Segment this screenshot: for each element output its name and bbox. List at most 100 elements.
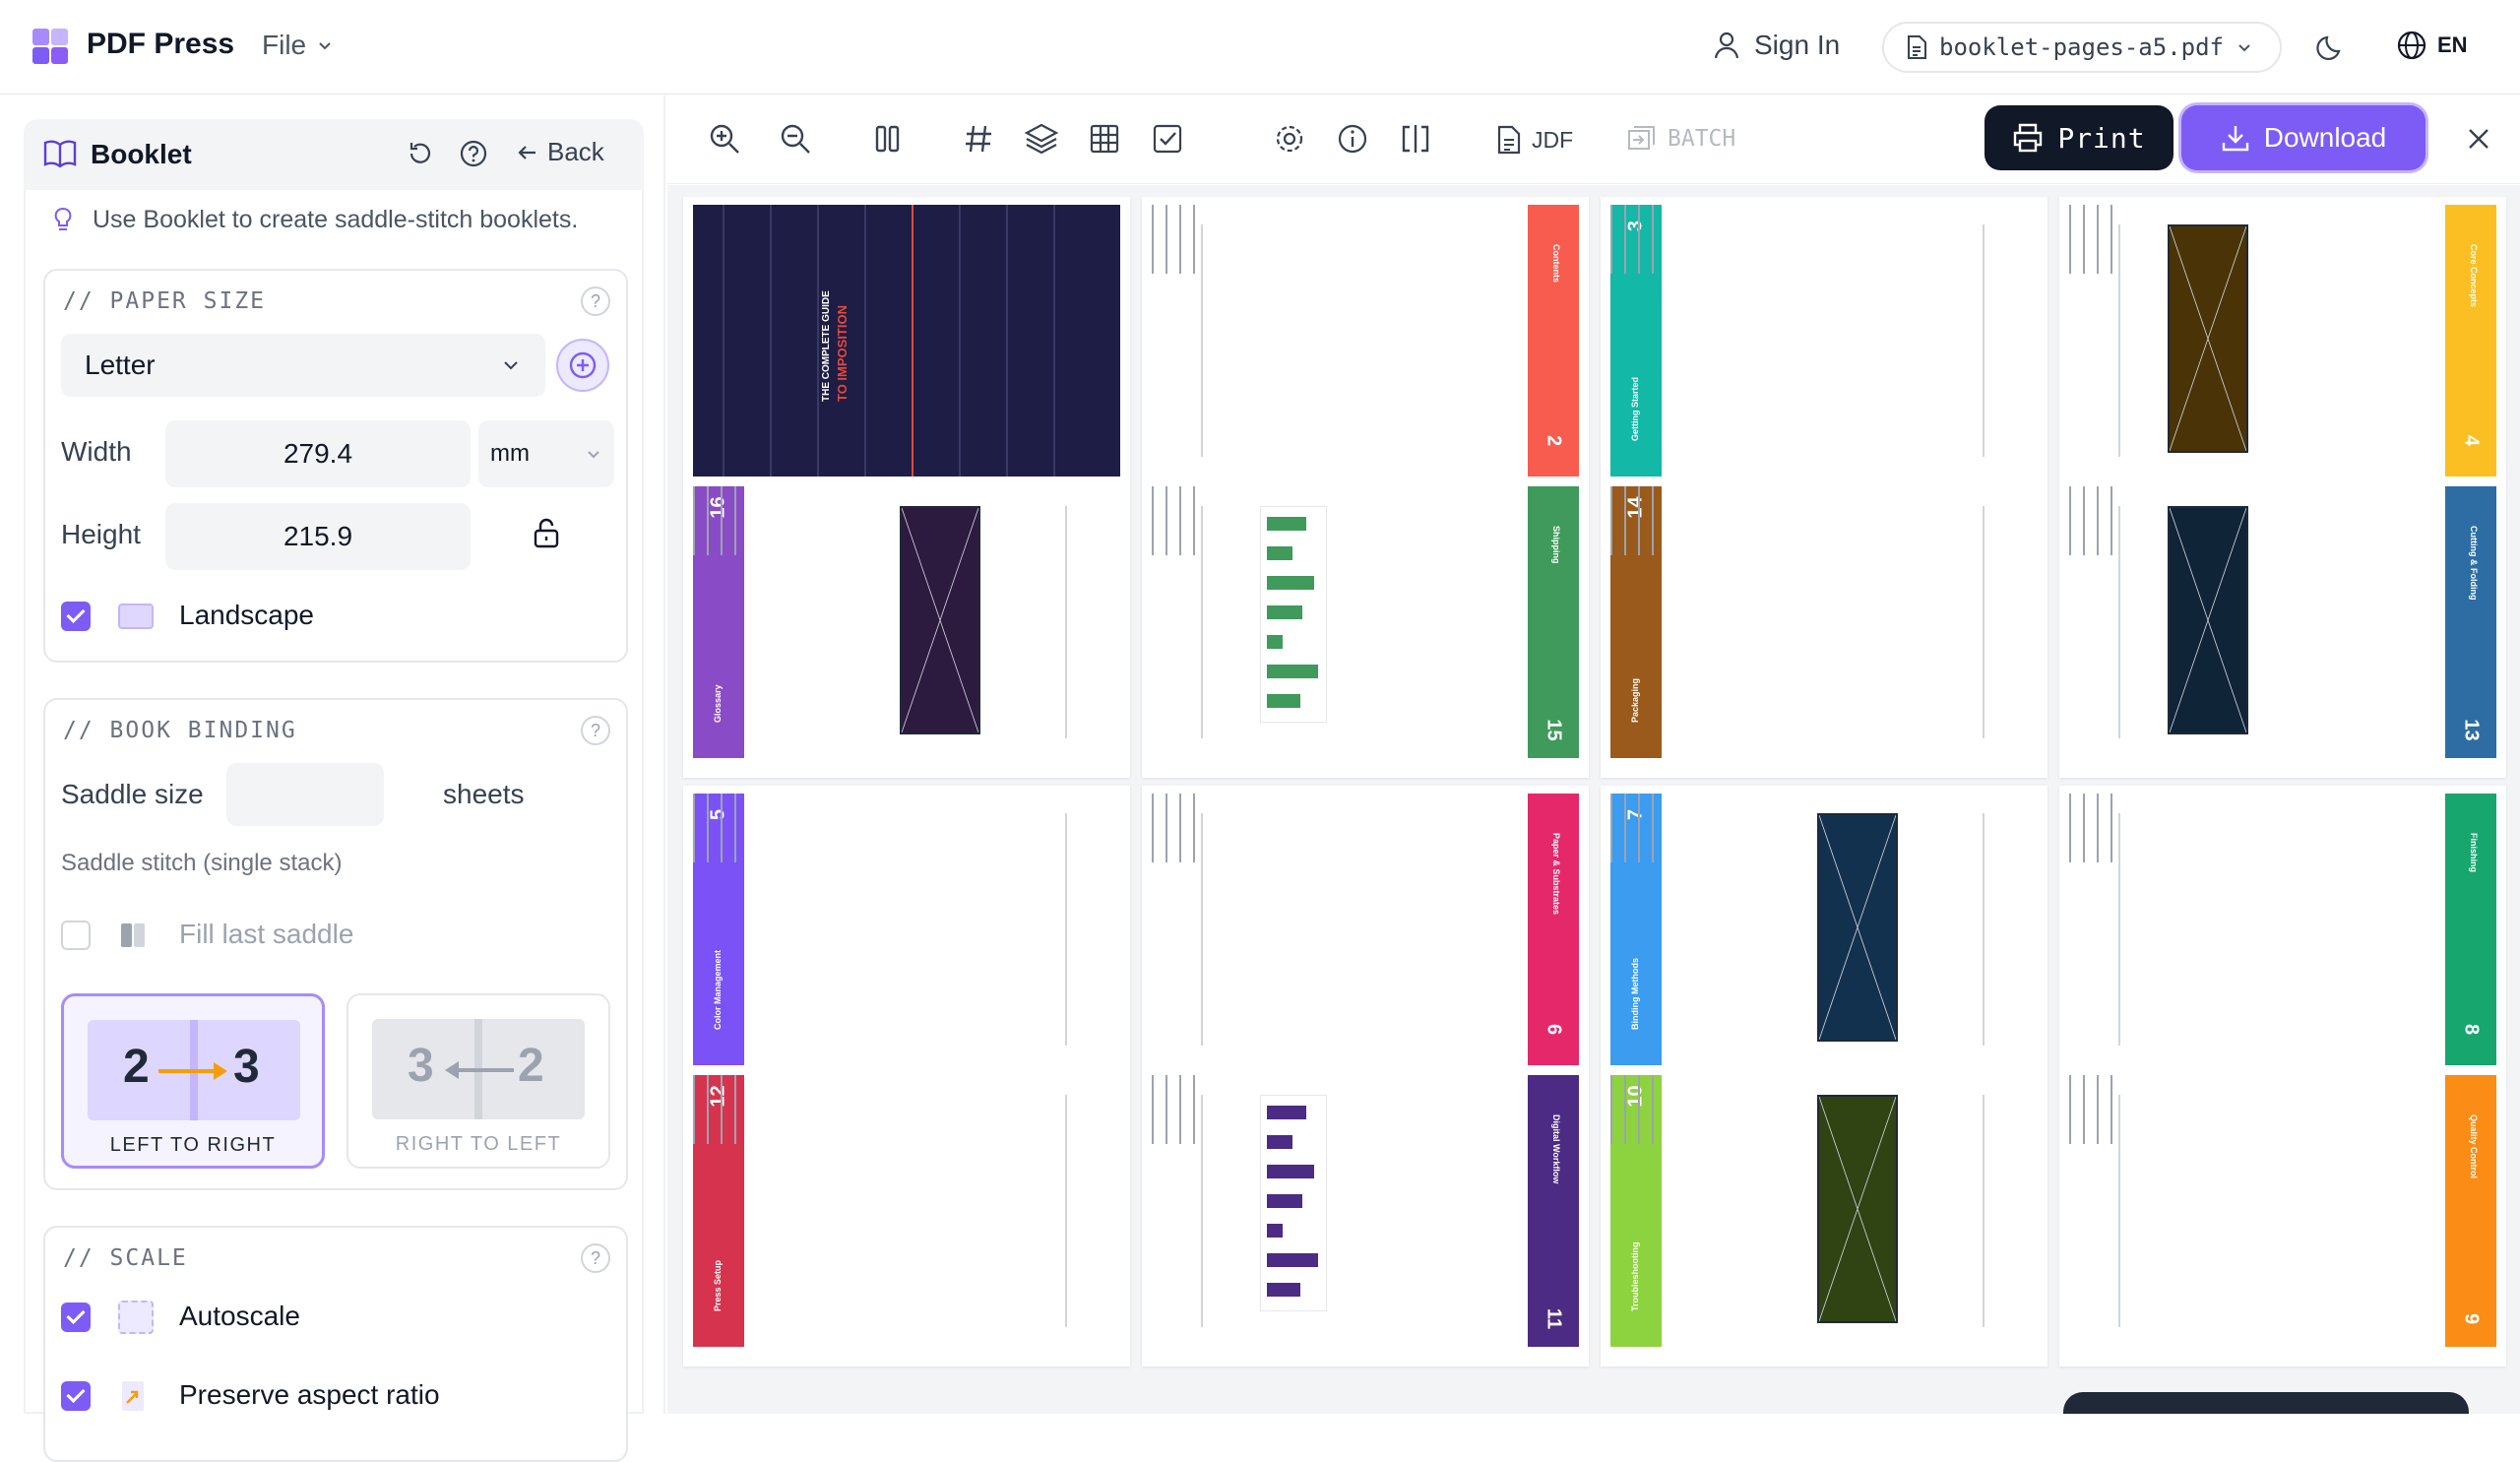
grid-icon[interactable]: [1087, 121, 1122, 157]
width-input[interactable]: 279.4: [165, 420, 471, 487]
section-tab: 15 Shipping: [1528, 486, 1579, 758]
paper-preset-select[interactable]: Letter: [61, 334, 545, 397]
page-margin-rule: [1065, 813, 1067, 1046]
batch-button[interactable]: BATCH: [1626, 125, 1735, 153]
saddle-size-input[interactable]: [226, 763, 384, 826]
booklet-page: 9 Quality Control: [2069, 1075, 2496, 1347]
language-selector[interactable]: EN: [2396, 30, 2468, 61]
download-button[interactable]: Download: [2181, 105, 2426, 170]
rtl-to-page: 2: [518, 1040, 544, 1092]
direction-left-to-right[interactable]: 2 3 LEFT TO RIGHT: [61, 993, 325, 1169]
cover-stripe: [1053, 205, 1055, 477]
spread-icon[interactable]: [1398, 121, 1433, 157]
text-column: [2097, 794, 2102, 872]
add-paper-size-icon[interactable]: [555, 338, 610, 393]
page-margin-rule: [1201, 813, 1203, 1046]
section-tab: 6 Paper & Substrates: [1528, 794, 1579, 1065]
scale-help-icon[interactable]: ?: [581, 1243, 610, 1273]
page-margin-rule: [1065, 506, 1067, 738]
imposed-sheet[interactable]: 3 Getting Started 14 Packaging: [1601, 197, 2048, 778]
sign-in-button[interactable]: Sign In: [1713, 30, 1840, 61]
autoscale-checkbox[interactable]: [61, 1303, 91, 1332]
moon-icon[interactable]: [2313, 30, 2349, 65]
close-icon[interactable]: [2461, 121, 2496, 157]
language-code: EN: [2437, 32, 2468, 57]
booklet-preview-canvas[interactable]: THE COMPLETE GUIDE TO IMPOSITION 16 Glossar…: [667, 185, 2520, 1414]
imposed-sheet[interactable]: 2 Contents 15 Shipping: [1142, 197, 1589, 778]
fill-last-saddle-checkbox[interactable]: [61, 921, 91, 950]
floating-status-pill[interactable]: [2063, 1392, 2469, 1414]
imposed-sheet[interactable]: 7 Binding Methods 10 Troubleshooting: [1601, 786, 2048, 1367]
section-title: Finishing: [2469, 833, 2479, 872]
text-column: [1610, 486, 1615, 565]
reset-icon[interactable]: [406, 139, 435, 168]
preserve-aspect-checkbox[interactable]: [61, 1381, 91, 1411]
chevron-down-icon: [2238, 44, 2250, 52]
section-title: Color Management: [713, 949, 723, 1030]
cover-stripe: [1006, 205, 1008, 477]
app-logo-icon[interactable]: [31, 27, 70, 66]
book-binding-help-icon[interactable]: ?: [581, 716, 610, 745]
file-menu[interactable]: File: [262, 30, 334, 61]
unlock-icon[interactable]: [532, 517, 561, 548]
jdf-button[interactable]: JDF: [1496, 125, 1573, 155]
text-column: [734, 486, 739, 565]
imposed-sheet[interactable]: 8 Finishing 9 Quality Control: [2059, 786, 2506, 1367]
imposed-sheet[interactable]: 5 Color Management 12 Press Setup: [683, 786, 1130, 1367]
imposed-sheet[interactable]: 6 Paper & Substrates 11 Digital Workflow: [1142, 786, 1589, 1367]
ltr-to-page: 3: [233, 1041, 260, 1093]
landscape-label: Landscape: [179, 600, 315, 630]
text-column: [2083, 794, 2088, 872]
text-column: [693, 486, 698, 565]
ltr-page-pair: 2 3: [88, 1020, 300, 1120]
file-name: booklet-pages-a5.pdf: [1939, 33, 2224, 61]
direction-right-to-left[interactable]: 3 2 RIGHT TO LEFT: [346, 993, 610, 1169]
imposed-sheet[interactable]: 4 Core Concepts 13 Cutting & Folding: [2059, 197, 2506, 778]
scale-title: // SCALE: [63, 1245, 188, 1271]
back-button[interactable]: Back: [516, 137, 604, 167]
section-title: Troubleshooting: [1630, 1241, 1640, 1312]
paper-size-help-icon[interactable]: ?: [581, 286, 610, 316]
checkbox-icon[interactable]: [1150, 121, 1185, 157]
app-title: PDF Press: [87, 28, 235, 60]
imposed-sheet[interactable]: THE COMPLETE GUIDE TO IMPOSITION 16 Glossar…: [683, 197, 1130, 778]
sign-in-label: Sign In: [1754, 30, 1841, 60]
zoom-out-icon[interactable]: [778, 121, 813, 157]
page-numbers-icon[interactable]: [961, 121, 996, 157]
text-column: [721, 1075, 725, 1154]
text-column: [707, 1075, 712, 1154]
info-icon[interactable]: [1335, 121, 1370, 157]
help-circle-icon[interactable]: [459, 139, 488, 168]
text-column: [1152, 205, 1157, 284]
text-column: [1166, 205, 1170, 284]
height-input[interactable]: 215.9: [165, 503, 471, 570]
booklet-page: 15 Shipping: [1152, 486, 1579, 758]
cover-stripe: [864, 205, 866, 477]
text-column: [2069, 486, 2074, 565]
page-margin-rule: [1983, 506, 1984, 738]
page-number: 2: [1543, 434, 1565, 447]
print-button[interactable]: Print: [1984, 105, 2174, 170]
booklet-page: 13 Cutting & Folding: [2069, 486, 2496, 758]
text-column: [1193, 1075, 1198, 1154]
print-label: Print: [2057, 121, 2146, 155]
landscape-checkbox[interactable]: [61, 602, 91, 631]
paper-size-title: // PAPER SIZE: [63, 288, 267, 314]
layers-icon[interactable]: [1024, 121, 1059, 157]
text-column: [1652, 486, 1657, 565]
zoom-in-icon[interactable]: [707, 121, 742, 157]
section-tab: 2 Contents: [1528, 205, 1579, 477]
columns-view-icon[interactable]: [870, 121, 906, 157]
section-tab: 9 Quality Control: [2445, 1075, 2496, 1347]
image-placeholder: [2168, 506, 2248, 734]
file-selector[interactable]: booklet-pages-a5.pdf: [1882, 22, 2282, 73]
booklet-page: 7 Binding Methods: [1610, 794, 2038, 1065]
paper-size-section: // PAPER SIZE ? Letter Width 279.4 mm He…: [43, 269, 628, 663]
unit-value: mm: [490, 440, 530, 467]
booklet-page: 3 Getting Started: [1610, 205, 2038, 477]
unit-select[interactable]: mm: [478, 420, 614, 487]
text-column: [1179, 1075, 1184, 1154]
cover-stripe: [959, 205, 961, 477]
image-placeholder: [1817, 1095, 1898, 1323]
settings-icon[interactable]: [1272, 121, 1307, 157]
